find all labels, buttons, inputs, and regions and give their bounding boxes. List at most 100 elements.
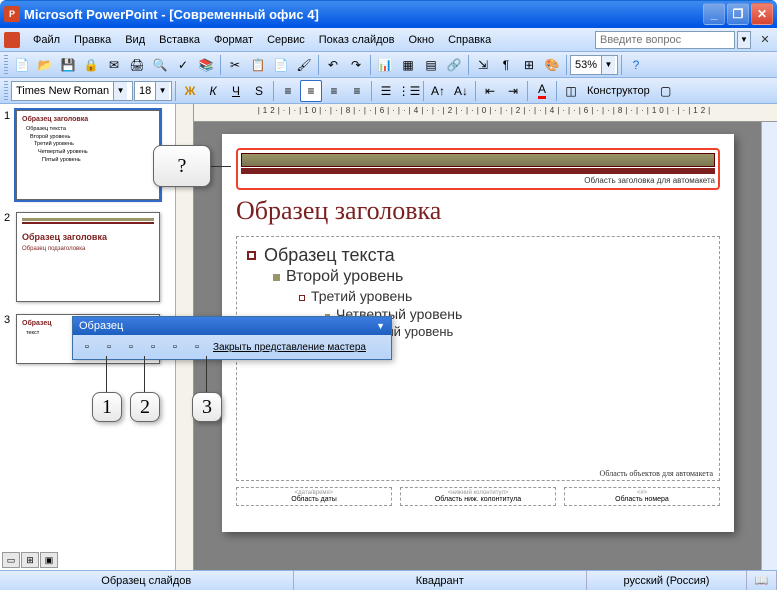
menu-insert[interactable]: Вставка [152,32,207,48]
format-painter-button[interactable]: 🖌 [293,54,315,76]
expand-button[interactable]: ⇲ [472,54,494,76]
align-center-button[interactable]: ≡ [300,80,322,102]
preview-button[interactable]: 🔍 [149,54,171,76]
justify-button[interactable]: ≡ [346,80,368,102]
horizontal-ruler[interactable]: |12|·|·|10|·|·|8|·|·|6|·|·|4|·|·|2|·|·|0… [194,104,777,122]
status-language[interactable]: русский (Россия) [587,571,747,590]
slideshow-view-button[interactable]: ▣ [40,552,58,568]
redo-button[interactable]: ↷ [345,54,367,76]
menu-file[interactable]: Файл [26,32,67,48]
undo-button[interactable]: ↶ [322,54,344,76]
shadow-button[interactable]: S [248,80,270,102]
menu-format[interactable]: Формат [207,32,260,48]
email-button[interactable]: ✉ [103,54,125,76]
rename-master-button[interactable]: ▫ [165,337,185,357]
preserve-master-button[interactable]: ▫ [143,337,163,357]
bullets-button[interactable]: ⋮☰ [398,80,420,102]
maximize-button[interactable]: ❐ [727,3,749,25]
normal-view-button[interactable]: ▭ [2,552,20,568]
font-color-button[interactable]: A [531,80,553,102]
font-combo[interactable]: Times New Roman▼ [11,81,133,101]
thumb-title: Образец заголовка [22,116,154,123]
paste-button[interactable]: 📄 [270,54,292,76]
callout-question: ? [153,145,211,187]
new-slide-master-button[interactable]: ▫ [77,337,97,357]
toolbar-grip[interactable] [4,55,8,75]
view-buttons: ▭ ⊞ ▣ [2,552,58,568]
decrease-indent-button[interactable]: ⇤ [479,80,501,102]
copy-button[interactable]: 📋 [247,54,269,76]
document-icon[interactable] [4,32,20,48]
close-button[interactable]: ✕ [751,3,773,25]
content-area-label: Область объектов для автомакета [600,469,713,478]
increase-indent-button[interactable]: ⇥ [502,80,524,102]
close-master-view-button[interactable]: Закрыть представление мастера [209,342,370,353]
decrease-font-button[interactable]: A↓ [450,80,472,102]
menu-edit[interactable]: Правка [67,32,118,48]
number-label: Область номера [567,496,717,503]
color-button[interactable]: 🎨 [541,54,563,76]
status-spell-icon[interactable]: 📖 [747,571,777,590]
align-right-button[interactable]: ≡ [323,80,345,102]
cut-button[interactable]: ✂ [224,54,246,76]
toolbar-options-icon[interactable]: ▼ [376,321,385,331]
thumb-preview[interactable]: Образец заголовка Образец текста Второй … [16,110,160,200]
date-placeholder[interactable]: <дата/время> Область даты [236,487,392,506]
title-placeholder[interactable]: Область заголовка для автомакета [236,148,720,190]
constructor-label[interactable]: Конструктор [583,85,654,97]
grid-button[interactable]: ⊞ [518,54,540,76]
save-button[interactable]: 💾 [57,54,79,76]
thumb-1[interactable]: 1 Образец заголовка Образец текста Второ… [0,104,175,206]
numbering-button[interactable]: ☰ [375,80,397,102]
number-placeholder[interactable]: <#> Область номера [564,487,720,506]
help-dropdown[interactable]: ▼ [737,31,751,49]
zoom-combo[interactable]: 53%▼ [570,55,618,75]
slide-title[interactable]: Образец заголовка [236,196,720,226]
menu-help[interactable]: Справка [441,32,498,48]
help-button[interactable]: ? [625,54,647,76]
separator [273,81,274,101]
new-slide-button[interactable]: ▢ [655,80,677,102]
size-combo[interactable]: 18▼ [134,81,172,101]
spelling-button[interactable]: ✓ [172,54,194,76]
print-button[interactable]: 🖨 [126,54,148,76]
footer-placeholder[interactable]: <нижний колонтитул> Область ниж. колонти… [400,487,556,506]
permission-button[interactable]: 🔒 [80,54,102,76]
help-input[interactable] [595,31,735,49]
research-button[interactable]: 📚 [195,54,217,76]
table-button[interactable]: ▦ [397,54,419,76]
menu-slideshow[interactable]: Показ слайдов [312,32,402,48]
bullet-square-icon [247,251,256,260]
doc-close-button[interactable]: ✕ [757,32,773,48]
bullet-square-icon [299,295,305,301]
bold-button[interactable]: Ж [179,80,201,102]
menu-window[interactable]: Окно [402,32,442,48]
new-title-master-button[interactable]: ▫ [99,337,119,357]
increase-font-button[interactable]: A↑ [427,80,449,102]
thumb-2[interactable]: 2 Образец заголовка Образец подзаголовка [0,206,175,308]
design-button[interactable]: ◫ [560,80,582,102]
chart-button[interactable]: 📊 [374,54,396,76]
master-layout-button[interactable]: ▫ [187,337,207,357]
separator [220,55,221,75]
sorter-view-button[interactable]: ⊞ [21,552,39,568]
master-toolbar-header[interactable]: Образец ▼ [73,317,391,335]
toolbar-grip[interactable] [4,81,8,101]
underline-button[interactable]: Ч [225,80,247,102]
thumb-num: 1 [4,110,16,200]
vertical-scrollbar[interactable] [761,122,777,570]
menu-service[interactable]: Сервис [260,32,312,48]
delete-master-button[interactable]: ▫ [121,337,141,357]
open-button[interactable]: 📂 [34,54,56,76]
show-formatting-button[interactable]: ¶ [495,54,517,76]
status-master-label: Образец слайдов [0,571,294,590]
minimize-button[interactable]: _ [703,3,725,25]
tables-borders-button[interactable]: ▤ [420,54,442,76]
italic-button[interactable]: К [202,80,224,102]
thumb-preview[interactable]: Образец заголовка Образец подзаголовка [16,212,160,302]
new-button[interactable]: 📄 [11,54,33,76]
align-left-button[interactable]: ≡ [277,80,299,102]
hyperlink-button[interactable]: 🔗 [443,54,465,76]
master-toolbar[interactable]: Образец ▼ ▫ ▫ ▫ ▫ ▫ ▫ Закрыть представле… [72,316,392,360]
menu-view[interactable]: Вид [118,32,152,48]
